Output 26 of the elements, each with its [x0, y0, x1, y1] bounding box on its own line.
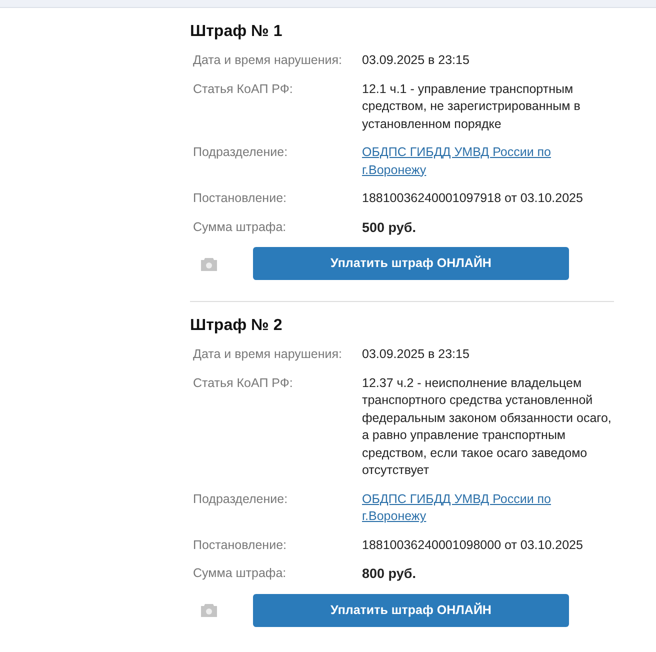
field-label: Дата и время нарушения:: [192, 52, 344, 69]
field-value: 03.09.2025 в 23:15: [362, 52, 470, 69]
pay-online-button[interactable]: Уплатить штраф ОНЛАЙН: [253, 247, 569, 280]
camera-icon[interactable]: [200, 256, 218, 272]
field-label: Постановление:: [192, 190, 288, 207]
field-value: 18810036240001098000 от 03.10.2025: [362, 536, 584, 554]
field-label: Сумма штрафа:: [192, 218, 288, 236]
field-value: 18810036240001097918 от 03.10.2025: [362, 190, 584, 207]
field-label: Дата и время нарушения:: [192, 346, 344, 363]
fine-amount: 500 руб.: [362, 218, 417, 236]
field-value: 12.37 ч.2 - неисполнение владельцем транспортного средства установленной федеральным законом обязанности осаго, а равно управление транспортным средством, если такое осаго заведомо отсутствует: [362, 374, 612, 479]
field-label: Сумма штрафа:: [192, 565, 288, 582]
field-label: Статья КоАП РФ:: [192, 80, 294, 98]
field-label: Статья КоАП РФ:: [192, 374, 294, 392]
field-label: Подразделение:: [192, 144, 289, 161]
field-value: 12.1 ч.1 - управление транспортным средством, не зарегистрированным в установленном порядке: [362, 80, 582, 133]
camera-icon[interactable]: [200, 602, 218, 618]
fine-title: Штраф № 1: [190, 22, 284, 42]
department-link[interactable]: ОБДПС ГИБДД УМВД России по г.Воронежу: [362, 144, 562, 179]
fine-title: Штраф № 2: [190, 316, 284, 336]
field-label: Постановление:: [192, 536, 288, 554]
fine-amount: 800 руб.: [362, 565, 417, 582]
pay-online-button[interactable]: Уплатить штраф ОНЛАЙН: [253, 594, 569, 626]
field-value: 03.09.2025 в 23:15: [362, 346, 470, 363]
department-link[interactable]: ОБДПС ГИБДД УМВД России по г.Воронежу: [362, 490, 562, 526]
field-label: Подразделение:: [192, 490, 289, 508]
